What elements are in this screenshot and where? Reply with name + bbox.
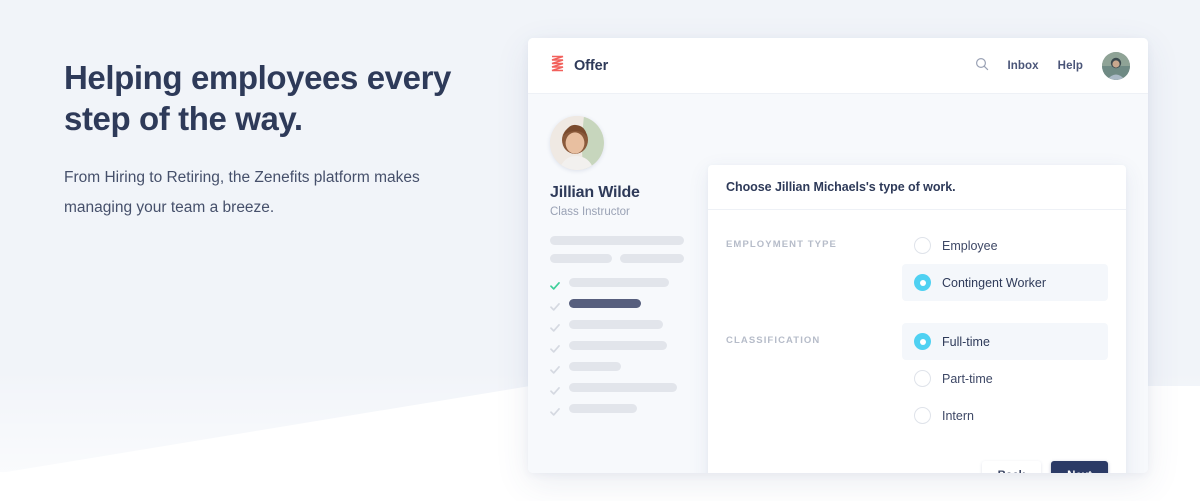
checklist-item[interactable]	[550, 314, 700, 335]
field-group-label: EMPLOYMENT TYPE	[726, 239, 837, 250]
profile-skeleton-line	[550, 254, 612, 263]
checklist-item-bar	[569, 383, 677, 392]
page-subtext: From Hiring to Retiring, the Zenefits pl…	[64, 169, 420, 216]
radio-option[interactable]: Full-time	[902, 323, 1108, 360]
radio-unselected-icon[interactable]	[914, 407, 931, 424]
radio-option[interactable]: Contingent Worker	[902, 264, 1108, 301]
profile-name: Jillian Wilde	[550, 184, 640, 201]
check-icon	[550, 299, 560, 311]
app-window: Offer Inbox Help Jillian Wilde Class Ins…	[528, 38, 1148, 473]
radio-group: Full-time Part-time Intern	[902, 323, 1108, 434]
app-body: Jillian Wilde Class Instructor Choose Ji…	[528, 94, 1148, 473]
radio-option[interactable]: Employee	[902, 227, 1108, 264]
page-root: Helping employees every step of the way.…	[0, 0, 1200, 501]
field-group: CLASSIFICATION Full-time Part-time Intern	[726, 323, 1108, 434]
card-actions: Back Next	[981, 461, 1108, 473]
radio-group: Employee Contingent Worker	[902, 227, 1108, 301]
radio-option-label: Full-time	[942, 334, 990, 349]
check-icon	[550, 341, 560, 353]
checklist-item-bar	[569, 320, 663, 329]
profile-skeleton-row	[550, 245, 708, 263]
search-icon[interactable]	[975, 57, 989, 76]
checklist-item-bar	[569, 299, 641, 308]
profile-photo	[550, 116, 604, 170]
radio-option[interactable]: Part-time	[902, 360, 1108, 397]
field-group: EMPLOYMENT TYPE Employee Contingent Worker	[726, 227, 1108, 301]
checklist-item[interactable]	[550, 335, 700, 356]
next-button[interactable]: Next	[1051, 461, 1108, 473]
avatar[interactable]	[1102, 52, 1130, 80]
check-icon	[550, 383, 560, 395]
form-groups: EMPLOYMENT TYPE Employee Contingent Worker…	[726, 227, 1108, 434]
onboarding-checklist	[550, 272, 700, 419]
checklist-item-bar	[569, 278, 669, 287]
radio-option-label: Contingent Worker	[942, 275, 1046, 290]
checklist-item[interactable]	[550, 356, 700, 377]
zenefits-zigzag-logo-icon	[550, 55, 565, 77]
checklist-item[interactable]	[550, 293, 700, 314]
checklist-item[interactable]	[550, 272, 700, 293]
checklist-item-bar	[569, 341, 667, 350]
back-button[interactable]: Back	[981, 461, 1042, 473]
radio-selected-icon[interactable]	[914, 333, 931, 350]
checklist-item-bar	[569, 404, 637, 413]
checklist-item[interactable]	[550, 398, 700, 419]
brand-name: Offer	[574, 58, 609, 74]
radio-option-label: Intern	[942, 408, 974, 423]
work-type-card: Choose Jillian Michaels's type of work. …	[708, 165, 1126, 473]
field-group-label: CLASSIFICATION	[726, 335, 821, 346]
nav-help[interactable]: Help	[1058, 60, 1083, 72]
checklist-item-bar	[569, 362, 621, 371]
radio-option-label: Part-time	[942, 371, 993, 386]
radio-unselected-icon[interactable]	[914, 237, 931, 254]
app-top-bar: Offer Inbox Help	[528, 38, 1148, 94]
app-nav: Inbox Help	[975, 38, 1130, 94]
radio-selected-icon[interactable]	[914, 274, 931, 291]
radio-unselected-icon[interactable]	[914, 370, 931, 387]
brand[interactable]: Offer	[550, 55, 608, 77]
check-icon	[550, 404, 560, 416]
radio-option[interactable]: Intern	[902, 397, 1108, 434]
profile-skeleton-line	[550, 236, 684, 245]
radio-option-label: Employee	[942, 238, 998, 253]
check-icon	[550, 320, 560, 332]
checklist-item[interactable]	[550, 377, 700, 398]
check-icon	[550, 362, 560, 374]
nav-inbox[interactable]: Inbox	[1008, 60, 1039, 72]
card-header: Choose Jillian Michaels's type of work.	[708, 165, 1126, 210]
card-title: Choose Jillian Michaels's type of work.	[726, 180, 956, 194]
check-icon	[550, 278, 560, 290]
profile-role: Class Instructor	[550, 206, 630, 218]
card-body: EMPLOYMENT TYPE Employee Contingent Worker…	[708, 210, 1126, 434]
page-headline: Helping employees every step of the way.	[64, 59, 451, 137]
marketing-copy: Helping employees every step of the way.…	[64, 57, 464, 223]
profile-skeleton-line	[620, 254, 684, 263]
